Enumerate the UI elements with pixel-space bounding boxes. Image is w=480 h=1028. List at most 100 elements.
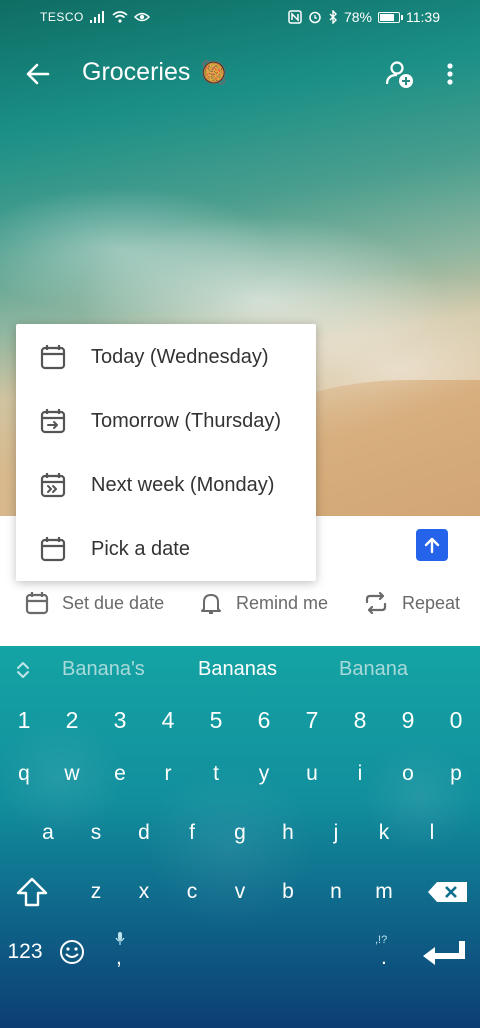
arrow-up-icon (424, 537, 440, 554)
back-button[interactable] (22, 58, 54, 90)
bluetooth-icon (329, 10, 337, 24)
list-emoji: 🥘 (200, 59, 228, 85)
key-s[interactable]: s (76, 809, 116, 857)
menu-item-tomorrow[interactable]: Tomorrow (Thursday) (16, 389, 316, 453)
key-c[interactable]: c (172, 868, 212, 916)
menu-item-next-week[interactable]: Next week (Monday) (16, 453, 316, 517)
task-quick-actions: Set due date Remind me Repeat (0, 585, 480, 621)
wifi-icon (112, 11, 128, 23)
repeat-button[interactable]: Repeat (362, 585, 460, 621)
key-a[interactable]: a (28, 809, 68, 857)
expand-toggle-icon[interactable] (14, 660, 32, 680)
alarm-icon (309, 11, 321, 24)
key-9[interactable]: 9 (388, 696, 428, 744)
key-2[interactable]: 2 (52, 696, 92, 744)
number-row: 1234567890 (0, 696, 480, 744)
enter-icon (423, 941, 465, 965)
carrier-label: TESCO (40, 10, 84, 24)
suggestion-2[interactable]: Bananas (198, 658, 277, 681)
remind-me-button[interactable]: Remind me (198, 585, 328, 621)
share-list-button[interactable] (384, 58, 416, 90)
letter-row-2: asdfghjkl (0, 809, 480, 857)
key-0[interactable]: 0 (436, 696, 476, 744)
key-j[interactable]: j (316, 809, 356, 857)
bell-icon (201, 594, 221, 614)
bottom-row: 123 , ,!? . (0, 928, 480, 976)
key-i[interactable]: i (340, 750, 380, 798)
soft-keyboard: Banana's Bananas Banana 1234567890 qwert… (0, 646, 480, 1028)
key-d[interactable]: d (124, 809, 164, 857)
add-task-button[interactable] (416, 529, 448, 561)
status-bar: TESCO 78% 11:39 (0, 0, 480, 36)
comma-label: , (116, 946, 122, 969)
menu-item-label: Tomorrow (Thursday) (91, 409, 282, 432)
key-r[interactable]: r (148, 750, 188, 798)
comma-key[interactable]: , (100, 928, 140, 976)
menu-item-today[interactable]: Today (Wednesday) (16, 325, 316, 389)
key-n[interactable]: n (316, 868, 356, 916)
remind-me-label: Remind me (236, 592, 329, 613)
signal-icon (89, 11, 104, 23)
repeat-icon (365, 591, 387, 615)
key-g[interactable]: g (220, 809, 260, 857)
backspace-icon (428, 882, 467, 902)
menu-item-label: Today (Wednesday) (91, 345, 269, 368)
key-b[interactable]: b (268, 868, 308, 916)
calendar-today-icon (40, 345, 66, 370)
key-k[interactable]: k (364, 809, 404, 857)
key-t[interactable]: t (196, 750, 236, 798)
suggestion-3[interactable]: Banana (339, 658, 408, 681)
key-x[interactable]: x (124, 868, 164, 916)
key-5[interactable]: 5 (196, 696, 236, 744)
key-z[interactable]: z (76, 868, 116, 916)
key-p[interactable]: p (436, 750, 476, 798)
key-h[interactable]: h (268, 809, 308, 857)
key-f[interactable]: f (172, 809, 212, 857)
key-3[interactable]: 3 (100, 696, 140, 744)
app-bar: Groceries 🥘 (0, 50, 480, 98)
key-l[interactable]: l (412, 809, 452, 857)
emoji-key[interactable] (52, 928, 92, 976)
key-y[interactable]: y (244, 750, 284, 798)
backspace-key[interactable] (426, 868, 470, 916)
key-o[interactable]: o (388, 750, 428, 798)
shift-key[interactable] (12, 868, 52, 916)
period-label: . (381, 946, 387, 969)
enter-key[interactable] (420, 928, 468, 976)
key-u[interactable]: u (292, 750, 332, 798)
menu-item-label: Pick a date (91, 537, 190, 560)
battery-icon (378, 11, 403, 23)
battery-percent: 78% (343, 9, 372, 25)
period-key[interactable]: ,!? . (364, 928, 404, 976)
more-options-button[interactable] (438, 58, 462, 90)
key-w[interactable]: w (52, 750, 92, 798)
key-7[interactable]: 7 (292, 696, 332, 744)
list-title: Groceries (82, 58, 191, 86)
repeat-label: Repeat (402, 592, 461, 613)
back-arrow-icon (26, 63, 50, 85)
key-1[interactable]: 1 (4, 696, 44, 744)
nfc-icon (288, 10, 302, 24)
key-v[interactable]: v (220, 868, 260, 916)
eye-icon (133, 12, 150, 22)
key-8[interactable]: 8 (340, 696, 380, 744)
add-user-icon (385, 61, 413, 88)
suggestion-bar: Banana's Bananas Banana (0, 646, 480, 694)
calendar-icon (25, 592, 49, 615)
key-q[interactable]: q (4, 750, 44, 798)
mode-key[interactable]: 123 (4, 928, 46, 976)
key-m[interactable]: m (364, 868, 404, 916)
key-6[interactable]: 6 (244, 696, 284, 744)
key-e[interactable]: e (100, 750, 140, 798)
key-4[interactable]: 4 (148, 696, 188, 744)
emoji-icon (60, 940, 84, 964)
shift-icon (16, 877, 48, 907)
menu-item-label: Next week (Monday) (91, 473, 275, 496)
clock: 11:39 (406, 9, 440, 25)
suggestion-1[interactable]: Banana's (62, 658, 145, 681)
set-due-date-button[interactable]: Set due date (24, 585, 164, 621)
menu-item-pick-date[interactable]: Pick a date (16, 517, 316, 581)
calendar-arrow-icon (40, 409, 66, 434)
set-due-date-label: Set due date (62, 592, 165, 613)
calendar-next-week-icon (40, 473, 66, 498)
